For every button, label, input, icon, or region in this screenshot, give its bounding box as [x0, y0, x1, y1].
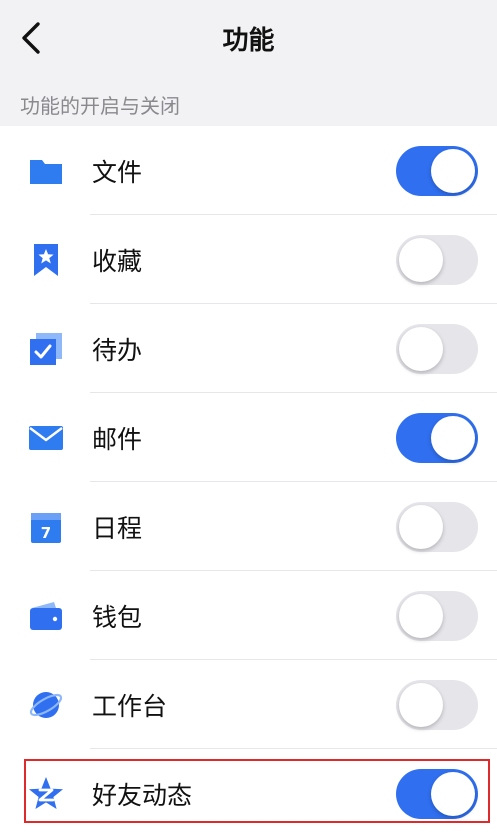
- toggle-knob: [399, 683, 443, 727]
- feature-row-files: 文件: [0, 126, 497, 215]
- feature-toggle-wallet[interactable]: [396, 591, 478, 641]
- feature-row-workbench: 工作台: [0, 660, 497, 749]
- feature-toggle-workbench[interactable]: [396, 680, 478, 730]
- toggle-knob: [399, 238, 443, 282]
- feature-label: 待办: [92, 336, 143, 365]
- feature-toggle-mail[interactable]: [396, 413, 478, 463]
- feature-list: 文件 收藏 待办 邮件 7 日程 钱包 工作台 好友动态: [0, 126, 497, 834]
- planet-icon: [29, 692, 63, 718]
- feature-label: 邮件: [92, 425, 143, 454]
- feature-row-mail: 邮件: [0, 393, 497, 482]
- feature-toggle-todo[interactable]: [396, 324, 478, 374]
- highlight-box: [24, 759, 490, 823]
- wallet-icon: [30, 602, 62, 630]
- toggle-knob: [431, 149, 475, 193]
- section-header: 功能的开启与关闭: [0, 80, 497, 126]
- feature-row-todo: 待办: [0, 304, 497, 393]
- section-title: 功能的开启与关闭: [20, 94, 180, 118]
- feature-toggle-calendar[interactable]: [396, 502, 478, 552]
- feature-label: 工作台: [92, 692, 168, 721]
- mail-icon: [29, 426, 63, 450]
- feature-row-calendar: 7 日程: [0, 482, 497, 571]
- checkbox-todo-icon: [30, 333, 62, 365]
- feature-toggle-files[interactable]: [396, 146, 478, 196]
- feature-label: 钱包: [92, 603, 143, 632]
- toggle-knob: [399, 505, 443, 549]
- toggle-knob: [431, 416, 475, 460]
- folder-icon: [30, 160, 62, 184]
- svg-text:7: 7: [41, 524, 51, 542]
- feature-row-wallet: 钱包: [0, 571, 497, 660]
- navigation-bar: 功能: [0, 0, 497, 80]
- feature-toggle-favorites[interactable]: [396, 235, 478, 285]
- feature-row-favorites: 收藏: [0, 215, 497, 304]
- feature-label: 日程: [92, 514, 143, 543]
- toggle-knob: [399, 327, 443, 371]
- feature-label: 文件: [92, 158, 143, 187]
- calendar-icon: 7: [31, 513, 61, 543]
- feature-label: 收藏: [92, 247, 143, 276]
- bookmark-star-icon: [34, 244, 58, 276]
- toggle-knob: [399, 594, 443, 638]
- page-title: 功能: [222, 26, 275, 56]
